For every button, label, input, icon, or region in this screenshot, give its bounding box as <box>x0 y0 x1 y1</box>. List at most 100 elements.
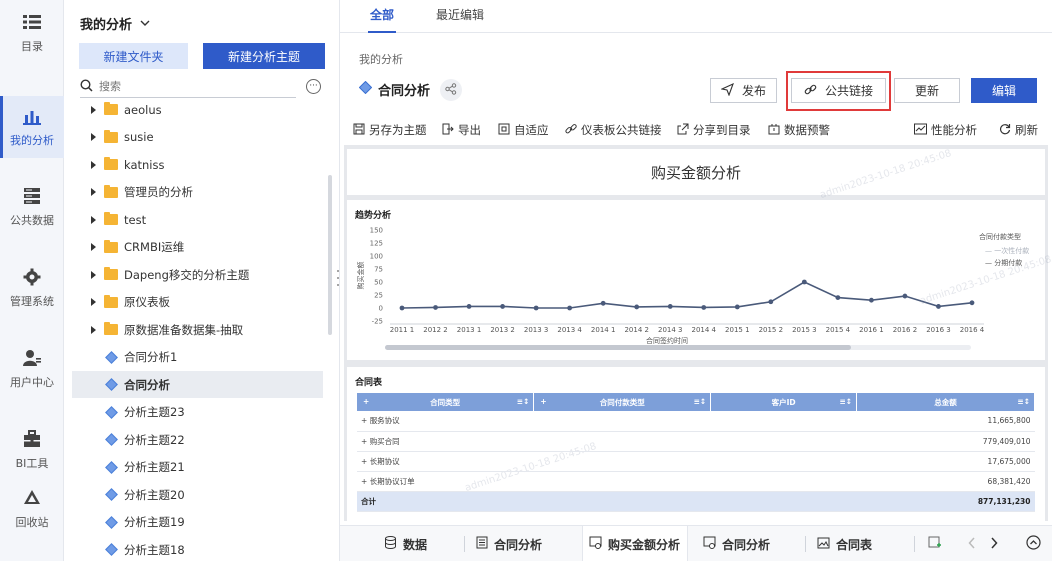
subject-icon <box>358 80 373 98</box>
column-header[interactable]: 总金额 ≡↕ <box>856 393 1035 411</box>
share-button[interactable] <box>440 79 462 101</box>
sort-icon[interactable]: ≡↕ <box>1017 397 1030 406</box>
bottom-tab-contract-analysis[interactable]: 合同分析 <box>476 526 542 561</box>
edit-button[interactable]: 编辑 <box>971 78 1037 103</box>
expand-arrow-icon[interactable] <box>91 105 96 114</box>
export-button[interactable]: 导出 <box>442 119 481 141</box>
publish-button[interactable]: 发布 <box>710 78 777 103</box>
nav-item-public-data[interactable]: 公共数据 <box>0 176 64 238</box>
tree-scrollbar[interactable] <box>328 175 332 335</box>
expand-icon[interactable]: + <box>361 437 367 446</box>
expand-arrow-icon[interactable] <box>91 215 96 224</box>
sort-icon[interactable]: ≡↕ <box>517 397 530 406</box>
legend-series-1[interactable]: — 一次性付款 <box>985 246 1029 256</box>
expand-arrow-icon[interactable] <box>91 188 96 196</box>
new-folder-button[interactable]: 新建文件夹 <box>79 43 188 69</box>
share-to-catalog-button[interactable]: 分享到目录 <box>677 119 751 141</box>
nav-label: 管理系统 <box>10 295 54 308</box>
chart-scroll-track[interactable] <box>385 345 971 350</box>
tree-subject-item[interactable]: 分析主题21 <box>72 454 323 481</box>
left-nav: 目录 我的分析 公共数据 管理系统 用户中心 BI工具 回收站 <box>0 0 64 561</box>
table-row[interactable]: + 长期协议 17,675,000 <box>357 451 1035 472</box>
column-header[interactable]: 客户ID ≡↕ <box>710 393 858 411</box>
expand-icon[interactable]: + <box>361 416 367 425</box>
tree-folder-crmbi[interactable]: CRMBI运维 <box>72 234 323 261</box>
tree-subject-item-selected[interactable]: 合同分析 <box>72 371 323 398</box>
next-tab-button[interactable] <box>990 526 998 561</box>
panel-splitter[interactable] <box>336 270 339 286</box>
tree-subject-item[interactable]: 分析主题20 <box>72 481 323 508</box>
dashboard-link-button[interactable]: 仪表板公共链接 <box>565 119 662 141</box>
tree-subject-item[interactable]: 分析主题23 <box>72 399 323 426</box>
nav-item-catalog[interactable]: 目录 <box>0 2 64 64</box>
nav-item-bi-tools[interactable]: BI工具 <box>0 419 64 481</box>
expand-icon[interactable]: + <box>361 477 367 486</box>
table-row[interactable]: + 服务协议 11,665,800 <box>357 411 1035 432</box>
table-row[interactable]: + 购买合同 779,409,010 <box>357 431 1035 452</box>
search-input[interactable] <box>99 80 279 93</box>
nav-label: 公共数据 <box>10 214 54 227</box>
prev-tab-button[interactable] <box>968 526 976 561</box>
save-as-button[interactable]: 另存为主题 <box>353 119 427 141</box>
bottom-tab-purchase-analysis[interactable]: 购买金额分析 <box>582 526 688 561</box>
bottom-tab-label: 合同分析 <box>722 537 771 552</box>
new-subject-button[interactable]: 新建分析主题 <box>203 43 325 69</box>
legend-series-2[interactable]: — 分期付款 <box>985 258 1022 268</box>
nav-item-admin-system[interactable]: 管理系统 <box>0 257 64 319</box>
tree-folder-dapeng[interactable]: Dapeng移交的分析主题 <box>72 261 323 288</box>
bottom-tab-data[interactable]: 数据 <box>384 526 427 561</box>
tree-folder-admin-analysis[interactable]: 管理员的分析 <box>72 179 323 206</box>
main-area: 全部 最近编辑 我的分析 合同分析 发布 公共链接 更新 编辑 另存为主题 导出 <box>340 0 1052 561</box>
folder-icon <box>104 157 118 170</box>
share-label: 分享到目录 <box>693 123 751 137</box>
expand-arrow-icon[interactable] <box>91 270 96 279</box>
contract-table: + 合同类型 ≡↕ + 合同付款类型 ≡↕ 客户ID ≡↕ 总金额 ≡↕ + 服务协议 11,… <box>357 393 1035 512</box>
expand-icon[interactable]: + <box>361 457 367 466</box>
plus-icon[interactable]: + <box>540 397 546 406</box>
table-row[interactable]: + 长期协议订单 68,381,420 <box>357 471 1035 492</box>
chart-scroll-thumb[interactable] <box>385 345 851 350</box>
trend-chart-panel[interactable]: 趋势分析 -25 0 25 50 75 100 125 150 2011 1 2012 2 2013… <box>347 200 1052 360</box>
tab-recent[interactable]: 最近编辑 <box>436 0 484 33</box>
dashboard-icon <box>703 536 716 552</box>
tree-folder-old-dashboard[interactable]: 原仪表板 <box>72 289 323 316</box>
cell-amount: 779,409,010 <box>856 431 1035 452</box>
tree-folder-katniss[interactable]: katniss <box>72 151 323 178</box>
expand-arrow-icon[interactable] <box>91 243 96 251</box>
performance-button[interactable]: 性能分析 <box>914 119 977 141</box>
tree-folder-old-dataset[interactable]: 原数据准备数据集-抽取 <box>72 316 323 343</box>
tree-subject-item[interactable]: 分析主题18 <box>72 536 323 561</box>
nav-item-user-center[interactable]: 用户中心 <box>0 338 64 400</box>
tree-subject-item[interactable]: 分析主题19 <box>72 509 323 536</box>
tab-all[interactable]: 全部 <box>368 0 396 33</box>
sort-icon[interactable]: ≡↕ <box>840 397 853 406</box>
nav-item-my-analysis[interactable]: 我的分析 <box>0 96 64 158</box>
expand-arrow-icon[interactable] <box>91 298 96 306</box>
tree-folder-susie[interactable]: susie <box>72 124 323 151</box>
bottom-tab-contract-table[interactable]: 合同表 <box>817 526 872 561</box>
tree-folder-test[interactable]: test <box>72 206 323 233</box>
column-header[interactable]: + 合同类型 ≡↕ <box>357 393 535 411</box>
sort-icon[interactable]: ≡↕ <box>694 397 707 406</box>
contract-table-panel[interactable]: 合同表 admin2023-10-18 20:45:08 + 合同类型 ≡↕ + 合同… <box>347 367 1045 521</box>
plus-icon[interactable]: + <box>363 397 369 406</box>
column-header[interactable]: + 合同付款类型 ≡↕ <box>533 393 712 411</box>
collapse-button[interactable] <box>1026 526 1041 561</box>
tree-folder-aeolus[interactable]: aeolus <box>72 96 323 123</box>
refresh-button[interactable]: 刷新 <box>999 119 1038 141</box>
expand-arrow-icon[interactable] <box>91 133 96 141</box>
data-alert-button[interactable]: 数据预警 <box>768 119 830 141</box>
nav-item-recycle-bin[interactable]: 回收站 <box>0 478 64 540</box>
breadcrumb[interactable]: 我的分析 <box>359 51 403 67</box>
tree-subject-item[interactable]: 合同分析1 <box>72 344 323 371</box>
update-button[interactable]: 更新 <box>894 78 960 103</box>
tree-subject-item[interactable]: 分析主题22 <box>72 426 323 453</box>
more-options-button[interactable]: ··· <box>306 79 321 94</box>
expand-arrow-icon[interactable] <box>91 160 96 169</box>
adapt-button[interactable]: 自适应 <box>498 119 549 141</box>
data-point <box>969 300 975 306</box>
add-sheet-button[interactable] <box>928 526 942 561</box>
expand-arrow-icon[interactable] <box>91 325 96 334</box>
bottom-tab-contract-analysis-2[interactable]: 合同分析 <box>703 526 770 561</box>
tree-title-dropdown[interactable]: 我的分析 <box>80 14 150 33</box>
